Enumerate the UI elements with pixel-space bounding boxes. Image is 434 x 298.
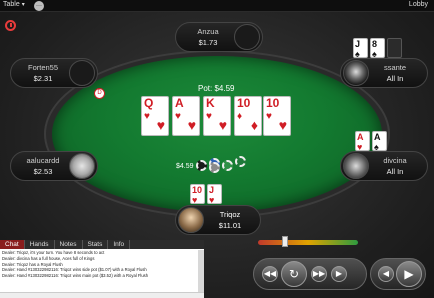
chat-line: Dealer: Hand #130322982116: Triqoz wins … (2, 273, 149, 279)
card-suit-large: ♥ (278, 117, 287, 133)
board-card: 10 ♥ ♥ (263, 96, 291, 136)
bet-amount: $4.59 (176, 163, 194, 170)
card-suit-large: ♦ (250, 117, 258, 133)
tab-info[interactable]: Info (108, 240, 131, 249)
avatar (343, 60, 369, 86)
card-rank: A (374, 132, 381, 142)
skip-button[interactable]: ▶ (331, 266, 347, 282)
table-menu-label: Table (3, 1, 20, 8)
hole-card: A ♠ (372, 131, 387, 152)
chat-scrollbar[interactable] (198, 250, 204, 292)
card-rank: A (175, 96, 184, 110)
fast-forward-button[interactable]: ▶▶ (311, 266, 327, 282)
card-suit-large: ♥ (218, 117, 227, 133)
player-seat-forten55[interactable]: Forten55 $2.31 (10, 58, 98, 88)
tab-notes[interactable]: Notes (55, 240, 83, 249)
hole-card: J ♥ (207, 184, 222, 205)
card-suit: ♥ (209, 195, 215, 205)
rewind-button[interactable]: ◀◀ (262, 266, 278, 282)
avatar (343, 153, 369, 179)
chip-icon (196, 160, 207, 171)
card-rank: J (355, 39, 361, 49)
chat-input[interactable] (0, 292, 204, 298)
card-back (387, 38, 402, 58)
chip-icon (235, 156, 246, 167)
hole-card: A ♥ (355, 131, 370, 152)
back-button[interactable]: ◀ (378, 266, 394, 282)
tab-chat[interactable]: Chat (0, 240, 25, 249)
board-card: Q ♥ ♥ (141, 96, 169, 136)
card-suit-large: ♥ (156, 117, 165, 133)
pot-label: Pot: $4.59 (198, 84, 235, 93)
player-seat-ssante[interactable]: ssante All In (340, 58, 428, 88)
card-rank: K (206, 96, 215, 110)
replay-button[interactable]: ↻ (281, 261, 307, 287)
card-rank: 10 (266, 96, 280, 110)
player-seat-aalucardd[interactable]: aalucardd $2.53 (10, 151, 98, 181)
player-seat-anzua[interactable]: Anzua $1.73 (175, 22, 263, 52)
board-card: K ♥ ♥ (203, 96, 231, 136)
time-bank-icon (5, 20, 16, 31)
chip-icon (209, 162, 220, 173)
chip-icon (222, 160, 233, 171)
tab-hands[interactable]: Hands (25, 240, 55, 249)
avatar (69, 153, 95, 179)
chat-tabs: Chat Hands Notes Stats Info (0, 240, 204, 249)
bet-slider-track[interactable] (258, 240, 358, 245)
tab-stats[interactable]: Stats (83, 240, 109, 249)
hole-card: 10 ♥ (190, 184, 205, 205)
table-menu[interactable]: Table ▾ (3, 1, 25, 8)
card-suit: ♥ (192, 195, 198, 205)
lobby-link[interactable]: Lobby (409, 1, 428, 8)
top-bar (0, 0, 434, 12)
more-options-button[interactable]: ··· (34, 1, 44, 11)
avatar (69, 60, 95, 86)
player-seat-triqoz[interactable]: Triqoz $11.01 (175, 205, 261, 235)
hole-card: J ♠ (353, 38, 368, 59)
card-rank: Q (144, 96, 154, 110)
bet-slider-thumb[interactable] (282, 236, 288, 247)
dealer-button: D (94, 88, 105, 99)
avatar (178, 207, 204, 233)
card-rank: J (209, 185, 215, 195)
hole-card: 8 ♠ (370, 38, 385, 59)
chevron-down-icon: ▾ (21, 2, 25, 8)
card-rank: A (357, 132, 364, 142)
card-suit-large: ♥ (187, 117, 196, 133)
card-rank: 10 (192, 185, 203, 195)
forward-button[interactable]: ▶ (396, 261, 422, 287)
board-card: A ♥ ♥ (172, 96, 200, 136)
card-rank: 8 (372, 39, 378, 49)
avatar (234, 24, 260, 50)
player-seat-divcina[interactable]: divcina All In (340, 151, 428, 181)
chat-log: Dealer: Triqoz, it's your turn. You have… (2, 250, 198, 279)
card-rank: 10 (237, 96, 251, 110)
board-card: 10 ♦ ♦ (234, 96, 262, 136)
